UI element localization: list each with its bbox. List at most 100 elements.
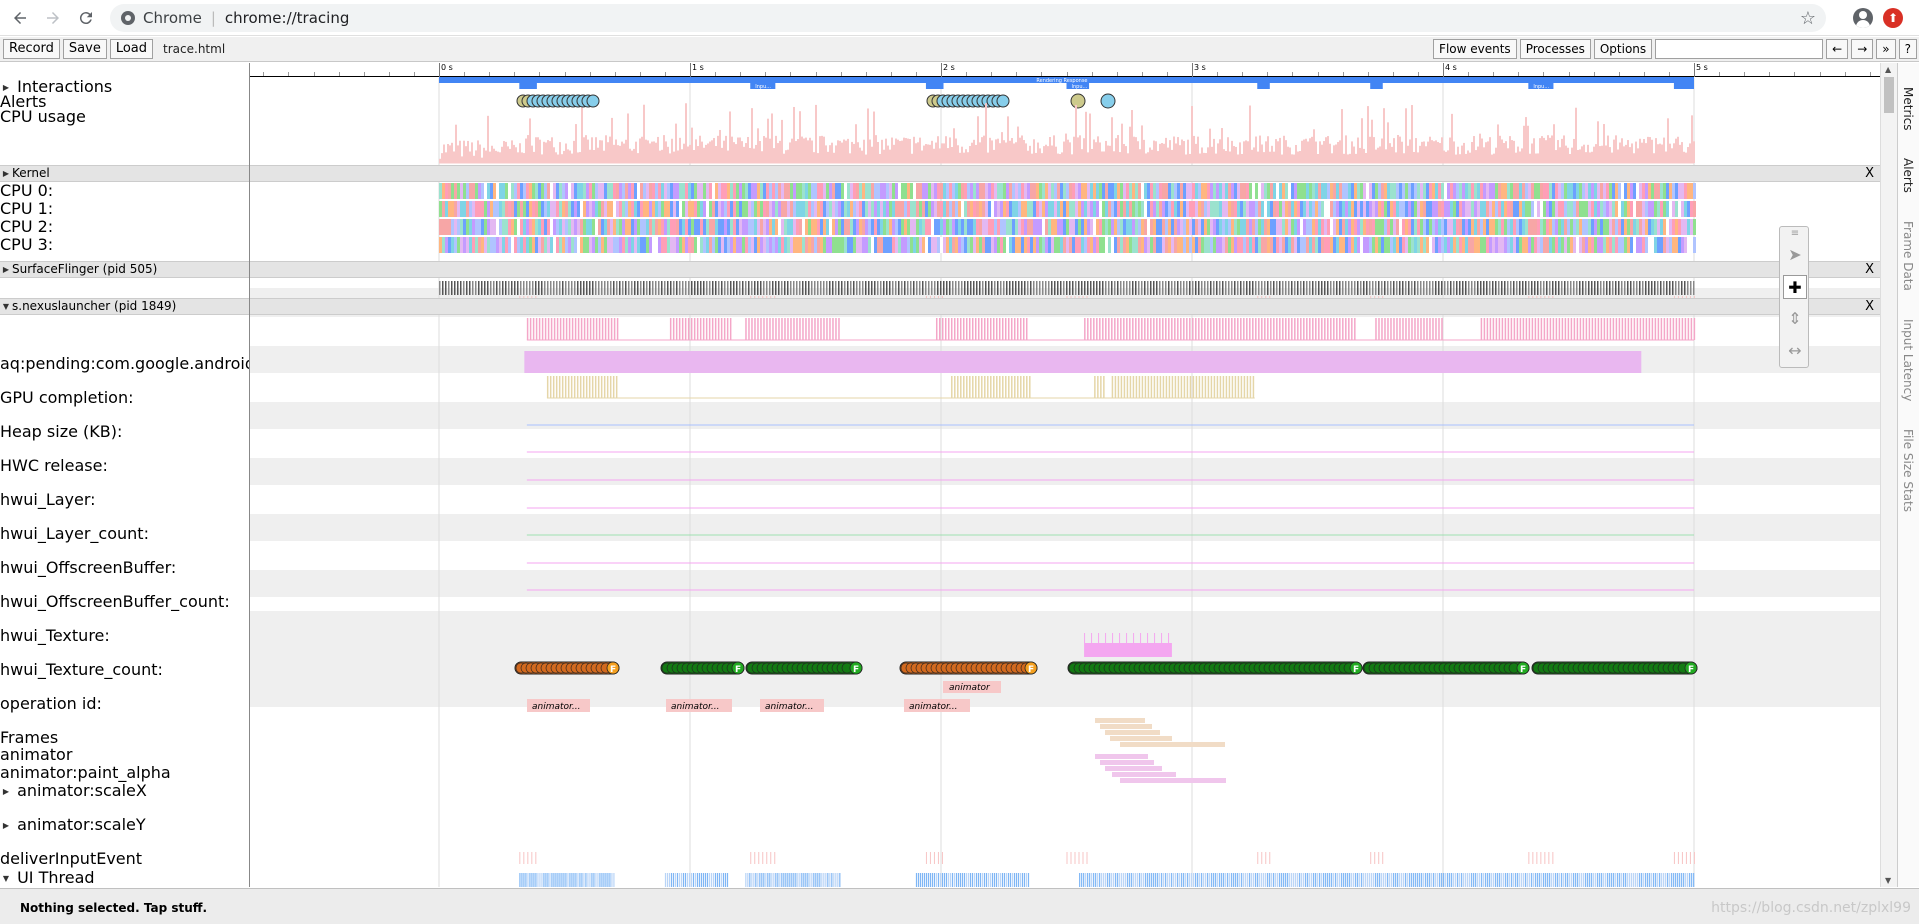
cpu-slice: [1567, 237, 1570, 253]
surfaceflinger-slice: [1264, 281, 1266, 295]
cpu-usage-bar: [1025, 143, 1027, 163]
cpu-slice: [889, 201, 892, 217]
surfaceflinger-group-header[interactable]: ▶ SurfaceFlinger (pid 505) X: [0, 261, 1880, 278]
expand-arrow-icon[interactable]: ▶: [0, 262, 12, 277]
cpu-slice: [1489, 201, 1492, 217]
options-button[interactable]: Options: [1593, 39, 1653, 59]
cpu-slice: [664, 219, 667, 235]
flow-events-button[interactable]: Flow events: [1433, 39, 1517, 59]
ui-thread-slice: [688, 873, 691, 887]
surfaceflinger-slice: [439, 281, 441, 295]
ui-thread-slice: [797, 873, 799, 887]
close-group-button[interactable]: X: [1865, 299, 1874, 314]
tab-metrics[interactable]: Metrics: [1901, 87, 1915, 131]
expand-arrow-icon[interactable]: ▶: [0, 783, 12, 801]
expand-side-panel-button[interactable]: »: [1876, 39, 1896, 59]
save-button[interactable]: Save: [62, 39, 107, 59]
animator-label: animator: [0, 746, 73, 764]
expand-arrow-icon[interactable]: ▶: [0, 166, 12, 181]
surfaceflinger-slice: [1060, 281, 1062, 295]
surfaceflinger-slice: [1291, 281, 1293, 295]
ui-thread-slice: [1117, 873, 1119, 887]
cpu-usage-bar: [701, 141, 703, 163]
drag-handle-icon[interactable]: ≡: [1783, 229, 1807, 239]
cpu-slice: [622, 219, 625, 235]
tab-input-latency[interactable]: Input Latency: [1901, 319, 1915, 401]
cpu-slice: [532, 201, 535, 217]
ui-thread-slice: [1573, 873, 1575, 887]
kernel-group-header[interactable]: ▶ Kernel X: [0, 165, 1880, 182]
find-prev-button[interactable]: ←: [1826, 39, 1849, 59]
update-menu-icon[interactable]: ⬆: [1883, 8, 1903, 28]
find-input[interactable]: [1655, 39, 1824, 59]
back-button[interactable]: [7, 5, 33, 31]
cpu-slice: [997, 201, 1000, 217]
cpu-slice: [1339, 183, 1342, 199]
pan-mode-icon[interactable]: ✚: [1783, 275, 1807, 299]
zoom-mode-icon[interactable]: ⇕: [1783, 307, 1807, 331]
ui-thread-slice: [1539, 873, 1541, 887]
cpu-slice: [1693, 237, 1696, 253]
cpu-slice: [760, 237, 763, 253]
scroll-thumb[interactable]: [1884, 77, 1894, 113]
hwc-release-tick: [1100, 376, 1102, 398]
cpu-slice: [751, 201, 754, 217]
cpu-slice: [1066, 201, 1069, 217]
bookmark-star-icon[interactable]: ☆: [1800, 8, 1816, 29]
surfaceflinger-slice: [1522, 281, 1524, 295]
find-next-button[interactable]: →: [1851, 39, 1874, 59]
help-button[interactable]: ?: [1898, 39, 1917, 59]
ui-thread-slice: [585, 873, 587, 887]
mouse-mode-selector[interactable]: ≡ ➤ ✚ ⇕ ↔: [1779, 226, 1809, 368]
profile-avatar-icon[interactable]: [1853, 8, 1873, 28]
close-group-button[interactable]: X: [1865, 262, 1874, 277]
launcher-group-header[interactable]: ▼ s.nexuslauncher (pid 1849) X: [0, 298, 1880, 315]
vertical-scrollbar[interactable]: ▲ ▼: [1880, 63, 1897, 887]
tab-alerts[interactable]: Alerts: [1901, 158, 1915, 193]
ui-thread-slice: [1087, 873, 1089, 887]
processes-button[interactable]: Processes: [1519, 39, 1591, 59]
cpu-usage-bar: [1271, 145, 1273, 163]
scroll-down-icon[interactable]: ▼: [1885, 876, 1891, 885]
cpu-usage-bar: [1197, 136, 1199, 163]
ui-thread-label[interactable]: ▼ UI Thread: [0, 869, 250, 887]
selection-mode-icon[interactable]: ➤: [1783, 243, 1807, 267]
cpu-usage-bar: [1219, 139, 1221, 163]
cpu-usage-bar: [1445, 151, 1447, 163]
surfaceflinger-slice: [1279, 281, 1281, 295]
timing-mode-icon[interactable]: ↔: [1783, 339, 1807, 363]
label-column-divider[interactable]: [249, 63, 250, 887]
collapse-arrow-icon[interactable]: ▼: [0, 870, 12, 888]
cpu-usage-bar: [1071, 154, 1073, 163]
hwc-release-tick: [1246, 376, 1249, 398]
timeline-viewport[interactable]: 0 s1 s2 s3 s4 s5 s Rendering Response Inp…: [0, 63, 1880, 887]
animator-scaley-label[interactable]: ▶ animator:scaleY: [0, 816, 250, 835]
forward-button[interactable]: [40, 5, 66, 31]
cpu-usage-bar: [1299, 150, 1301, 163]
ui-thread-slice: [591, 873, 593, 887]
hwc-release-tick: [1249, 376, 1252, 398]
close-group-button[interactable]: X: [1865, 166, 1874, 181]
tab-file-size-stats[interactable]: File Size Stats: [1901, 429, 1915, 512]
cpu-slice: [1582, 201, 1585, 217]
gpu-completion-tick: [1393, 318, 1395, 340]
cpu-slice: [886, 201, 889, 217]
deliver-input-tick: [1681, 852, 1683, 864]
load-button[interactable]: Load: [109, 39, 154, 59]
ui-thread-slice: [678, 873, 681, 887]
reload-button[interactable]: [73, 5, 99, 31]
address-bar[interactable]: Chrome | chrome://tracing ☆: [110, 4, 1826, 32]
cpu-slice: [805, 183, 808, 199]
collapse-arrow-icon[interactable]: ▼: [0, 299, 12, 314]
cpu-slice: [847, 201, 850, 217]
expand-arrow-icon[interactable]: ▶: [0, 817, 12, 835]
animator-scalex-label[interactable]: ▶ animator:scaleX: [0, 782, 250, 801]
cpu-slice: [1594, 219, 1597, 235]
ui-thread-slice: [1009, 873, 1012, 887]
scroll-up-icon[interactable]: ▲: [1885, 65, 1891, 74]
tab-frame-data[interactable]: Frame Data: [1901, 221, 1915, 291]
surfaceflinger-slice: [892, 281, 894, 295]
cpu-slice: [874, 237, 877, 253]
cpu-usage-bar: [927, 144, 929, 163]
record-button[interactable]: Record: [3, 39, 60, 59]
